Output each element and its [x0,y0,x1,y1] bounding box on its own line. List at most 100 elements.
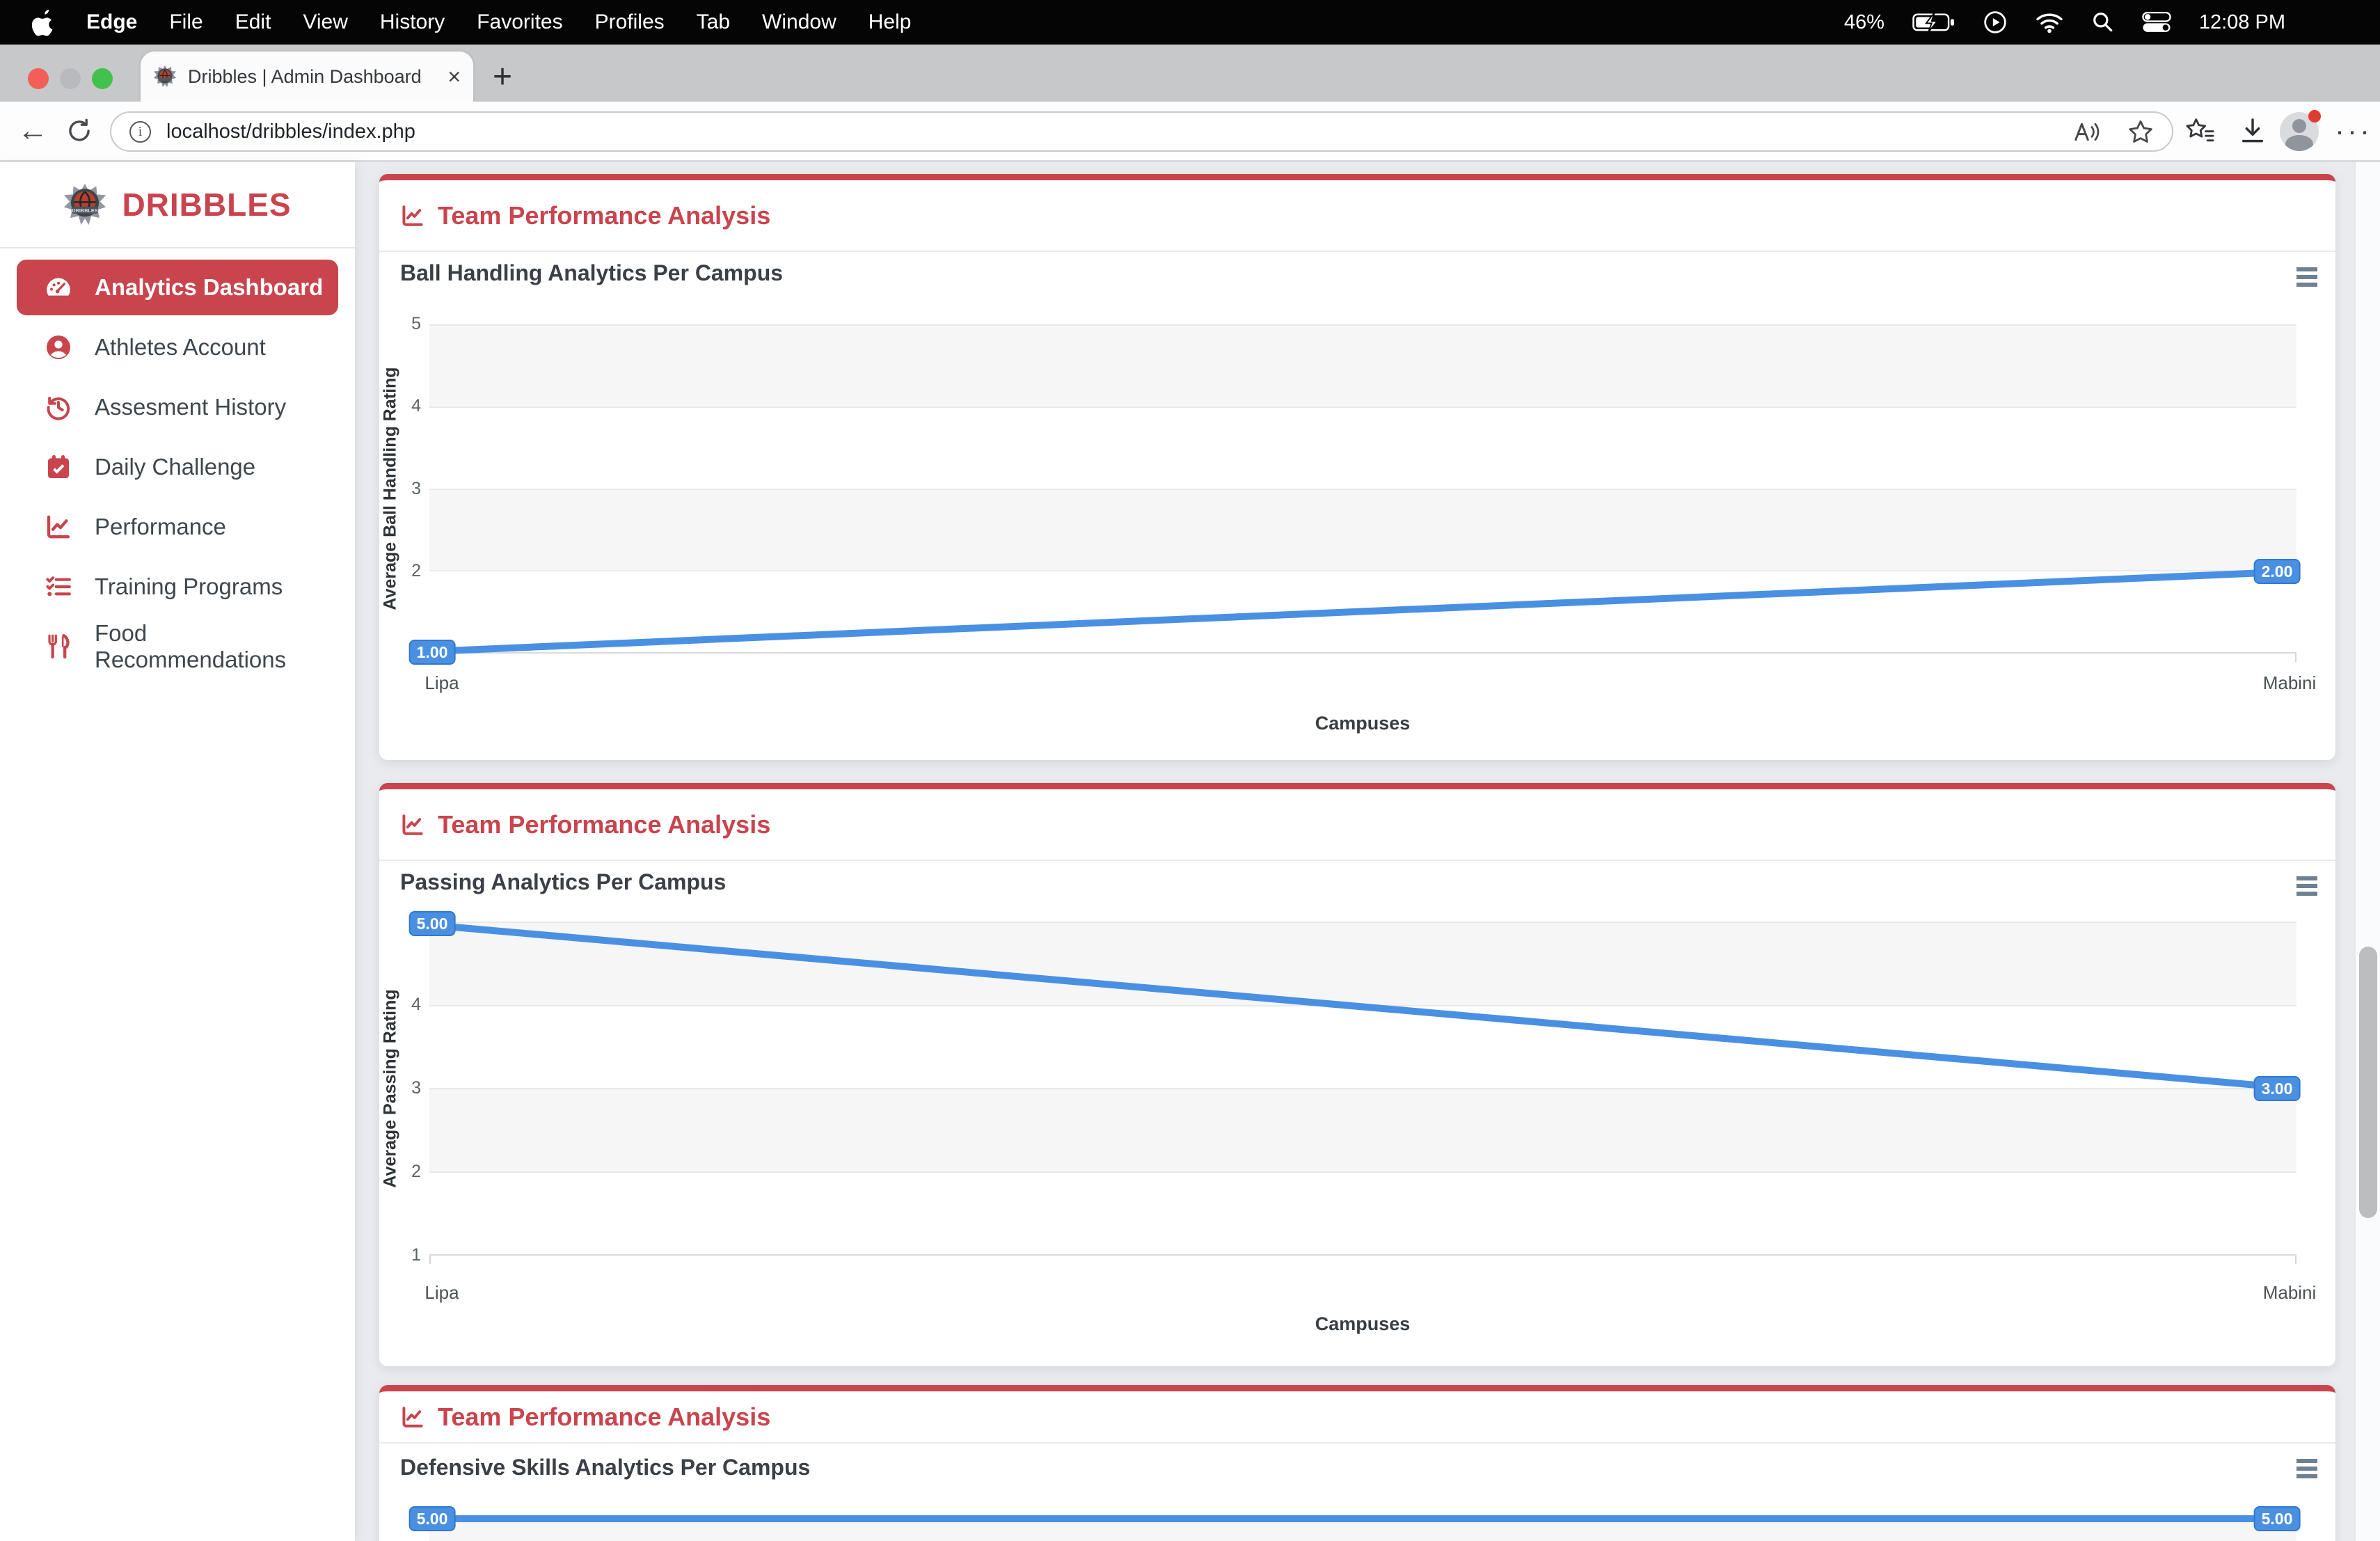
menu-help[interactable]: Help [868,10,912,34]
menu-profiles[interactable]: Profiles [595,10,665,34]
chart-line-icon [400,1405,425,1430]
menu-window[interactable]: Window [762,10,836,34]
menu-file[interactable]: File [169,10,203,34]
clock: 12:08 PM [2199,11,2285,34]
card-title: Team Performance Analysis [438,1402,770,1432]
sidebar-item-label: Training Programs [95,574,283,600]
chart-title: Ball Handling Analytics Per Campus [400,260,783,286]
collections-icon[interactable] [2177,102,2223,160]
user-circle-icon [45,333,72,361]
browser-tab-strip: Dribbles | Admin Dashboard × + [0,45,2380,102]
tab-close-icon[interactable]: × [447,65,461,88]
spotlight-search-icon[interactable] [2092,11,2114,33]
menu-tab[interactable]: Tab [697,10,730,34]
window-close-button[interactable] [28,68,49,89]
data-label-badge: 5.00 [409,911,456,936]
brand-name: DRIBBLES [122,186,291,223]
x-axis-label: Lipa [425,1282,459,1304]
sidebar-item-analytics-dashboard[interactable]: Analytics Dashboard [17,260,338,315]
apple-icon[interactable] [32,8,56,36]
history-icon [45,393,72,421]
brand[interactable]: DRIBBLES DRIBBLES [0,162,355,248]
data-label-badge: 5.00 [2254,1506,2301,1531]
sidebar-item-athletes-account[interactable]: Athletes Account [17,319,338,375]
browser-tab[interactable]: Dribbles | Admin Dashboard × [141,52,473,102]
chart-title: Passing Analytics Per Campus [400,869,726,895]
menu-favorites[interactable]: Favorites [477,10,562,34]
data-label-badge: 3.00 [2254,1076,2301,1101]
y-tick: 3 [390,1078,421,1098]
window-minimize-button[interactable] [60,68,81,89]
list-check-icon [45,573,72,601]
menu-view[interactable]: View [303,10,347,34]
card-title: Team Performance Analysis [438,810,770,839]
chart-line-icon [400,203,425,228]
sidebar-nav: Analytics Dashboard Athletes Account Ass… [17,260,338,679]
scrollbar-thumb[interactable] [2359,947,2377,1218]
y-tick: 5 [390,314,421,334]
sidebar-item-label: Athletes Account [95,334,266,361]
profile-avatar[interactable] [2280,112,2319,151]
chart-menu-icon[interactable] [2296,267,2317,287]
wifi-icon[interactable] [2035,11,2064,33]
plot-area [429,922,2296,1256]
x-axis-title: Campuses [1315,1313,1411,1335]
reload-button[interactable] [60,102,99,160]
x-axis-label: Mabini [2263,1282,2317,1304]
card-title: Team Performance Analysis [438,201,770,230]
settings-more-icon[interactable]: ··· [2333,102,2374,160]
sidebar-item-assesment-history[interactable]: Assesment History [17,379,338,435]
sidebar-item-performance[interactable]: Performance [17,499,338,555]
y-tick: 2 [390,1162,421,1182]
back-button[interactable]: ← [13,102,53,160]
browser-toolbar: ← i localhost/dribbles/index.php [0,102,2380,162]
battery-icon[interactable] [1912,12,1955,33]
x-axis-label: Mabini [2263,672,2317,694]
sidebar: DRIBBLES DRIBBLES Analytics Dashboard At… [0,162,355,1541]
card-defensive-skills: Team Performance Analysis Defensive Skil… [379,1385,2335,1541]
address-bar[interactable]: i localhost/dribbles/index.php [110,111,2173,152]
control-center-icon[interactable] [2142,11,2171,33]
profile-notification-dot [2308,110,2321,123]
sidebar-item-food-recommendations[interactable]: Food Recommendations [17,619,338,674]
chart-menu-icon[interactable] [2296,1459,2317,1478]
card-header: Team Performance Analysis [379,180,2335,252]
svg-text:DRIBBLES: DRIBBLES [72,207,98,214]
sidebar-item-label: Daily Challenge [95,454,255,480]
sidebar-item-label: Assesment History [95,394,286,420]
x-axis-title: Campuses [1315,713,1411,734]
sidebar-item-label: Food Recommendations [95,620,338,673]
favorite-star-icon[interactable] [2127,119,2154,144]
favicon [153,65,177,88]
page-content: DRIBBLES DRIBBLES Analytics Dashboard At… [0,162,2380,1541]
plot-area [429,324,2296,654]
site-info-icon[interactable]: i [129,121,151,143]
new-tab-button[interactable]: + [483,57,522,96]
menu-edit[interactable]: Edit [235,10,271,34]
y-tick: 3 [390,479,421,499]
window-zoom-button[interactable] [92,68,113,89]
card-ball-handling: Team Performance Analysis Ball Handling … [379,174,2335,760]
macos-menu-bar: Edge File Edit View History Favorites Pr… [0,0,2380,45]
sidebar-item-daily-challenge[interactable]: Daily Challenge [17,439,338,495]
sidebar-item-training-programs[interactable]: Training Programs [17,559,338,615]
battery-percent: 46% [1844,11,1885,34]
menu-edge[interactable]: Edge [86,10,137,34]
data-label-badge: 5.00 [409,1506,456,1531]
series-line [429,922,2296,1256]
chart-menu-icon[interactable] [2296,876,2317,896]
menu-history[interactable]: History [380,10,445,34]
read-aloud-icon[interactable] [2073,120,2101,144]
y-tick: 2 [390,561,421,581]
screen-mirroring-icon[interactable] [1983,10,2007,34]
sidebar-item-label: Performance [95,514,226,540]
downloads-icon[interactable] [2230,102,2276,160]
card-header: Team Performance Analysis [379,1391,2335,1444]
series-line [429,1515,2296,1522]
url-text: localhost/dribbles/index.php [166,120,2073,143]
y-tick: 4 [390,396,421,416]
page-scrollbar[interactable] [2354,162,2380,1541]
card-header: Team Performance Analysis [379,789,2335,861]
screen: Edge File Edit View History Favorites Pr… [0,0,2380,1541]
chart-line-icon [45,513,72,541]
